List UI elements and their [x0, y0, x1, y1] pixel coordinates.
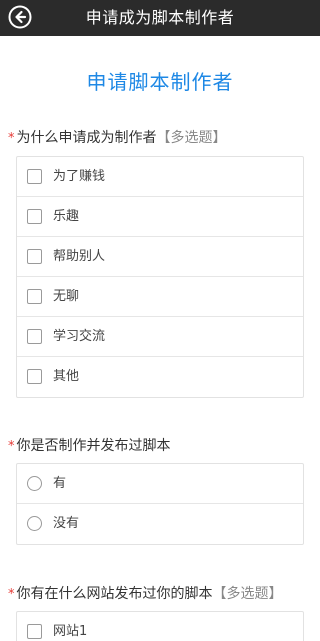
option-item[interactable]: 网站1: [17, 612, 303, 641]
required-mark: *: [8, 587, 15, 602]
option-label: 帮助别人: [53, 249, 106, 264]
top-bar: 申请成为脚本制作者: [0, 0, 320, 36]
option-label: 学习交流: [53, 329, 106, 344]
option-label: 乐趣: [53, 209, 80, 224]
checkbox-icon[interactable]: [27, 289, 42, 304]
option-item[interactable]: 其他: [17, 357, 303, 397]
radio-icon[interactable]: [27, 516, 42, 531]
question-label-reason: * 为什么申请成为制作者【多选题】: [8, 127, 227, 147]
question-hint: 【多选题】: [212, 586, 283, 602]
checkbox-icon[interactable]: [27, 369, 42, 384]
checkbox-icon[interactable]: [27, 249, 42, 264]
option-label: 其他: [53, 369, 80, 384]
option-item[interactable]: 有: [17, 464, 303, 504]
form-page[interactable]: 申请脚本制作者 * 为什么申请成为制作者【多选题】 为了赚钱 乐趣 帮助别人 无聊…: [0, 36, 320, 641]
checkbox-icon[interactable]: [27, 169, 42, 184]
option-item[interactable]: 没有: [17, 504, 303, 544]
option-label: 无聊: [53, 289, 80, 304]
option-label: 网站1: [53, 624, 88, 639]
radio-icon[interactable]: [27, 476, 42, 491]
option-item[interactable]: 无聊: [17, 277, 303, 317]
question-hint: 【多选题】: [156, 130, 227, 146]
required-mark: *: [8, 131, 15, 146]
question-label-published: * 你是否制作并发布过脚本: [8, 435, 171, 455]
form-title: 申请脚本制作者: [86, 70, 234, 94]
options-box-websites: 网站1: [16, 611, 304, 641]
option-label: 有: [53, 476, 67, 491]
question-label-websites: * 你有在什么网站发布过你的脚本【多选题】: [8, 583, 283, 603]
option-item[interactable]: 帮助别人: [17, 237, 303, 277]
option-label: 为了赚钱: [53, 169, 106, 184]
question-text: 你有在什么网站发布过你的脚本: [16, 586, 213, 602]
option-item[interactable]: 学习交流: [17, 317, 303, 357]
options-box-reason: 为了赚钱 乐趣 帮助别人 无聊 学习交流 其他: [16, 156, 304, 398]
option-item[interactable]: 为了赚钱: [17, 157, 303, 197]
option-label: 没有: [53, 516, 80, 531]
checkbox-icon[interactable]: [27, 209, 42, 224]
page-title: 申请成为脚本制作者: [85, 8, 235, 27]
question-text: 为什么申请成为制作者: [16, 130, 157, 146]
checkbox-icon[interactable]: [27, 624, 42, 639]
required-mark: *: [8, 439, 15, 454]
checkbox-icon[interactable]: [27, 329, 42, 344]
option-item[interactable]: 乐趣: [17, 197, 303, 237]
options-box-published: 有 没有: [16, 463, 304, 545]
question-text: 你是否制作并发布过脚本: [16, 438, 171, 454]
